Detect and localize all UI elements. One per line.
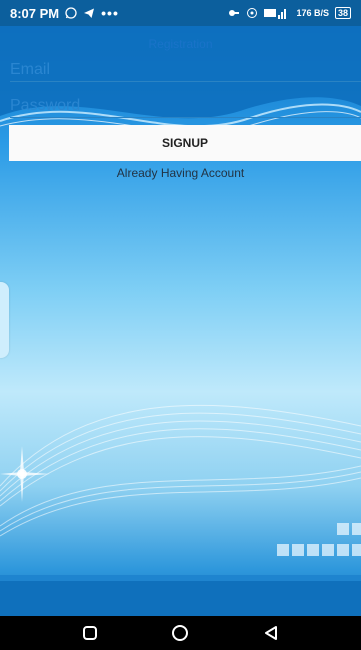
signup-button[interactable]: SIGNUP	[9, 125, 361, 161]
home-icon	[172, 625, 189, 641]
back-button[interactable]	[259, 621, 283, 645]
more-notifications-icon: •••	[101, 5, 119, 21]
back-icon	[264, 626, 277, 640]
home-button[interactable]	[168, 621, 192, 645]
hotspot-icon	[247, 8, 258, 18]
status-time: 8:07 PM	[10, 5, 60, 21]
status-bar: 8:07 PM ••• 176 B/S 38	[0, 0, 361, 26]
key-icon	[229, 10, 240, 16]
navigation-bar	[0, 616, 361, 650]
battery-icon: 38	[334, 7, 351, 19]
recent-apps-button[interactable]	[78, 621, 102, 645]
registration-title: Registration	[148, 37, 213, 51]
battery-level: 38	[337, 8, 348, 18]
already-have-account-link[interactable]: Already Having Account	[0, 166, 361, 180]
side-edge-handle[interactable]	[0, 282, 9, 358]
recent-apps-icon	[83, 626, 98, 640]
network-speed: 176 B/S	[296, 8, 329, 18]
password-field[interactable]	[10, 94, 361, 118]
bottom-band	[0, 581, 361, 616]
signal-icon	[264, 9, 287, 19]
email-field[interactable]	[10, 58, 361, 82]
whatsapp-icon	[65, 7, 77, 19]
telegram-icon	[84, 8, 95, 18]
